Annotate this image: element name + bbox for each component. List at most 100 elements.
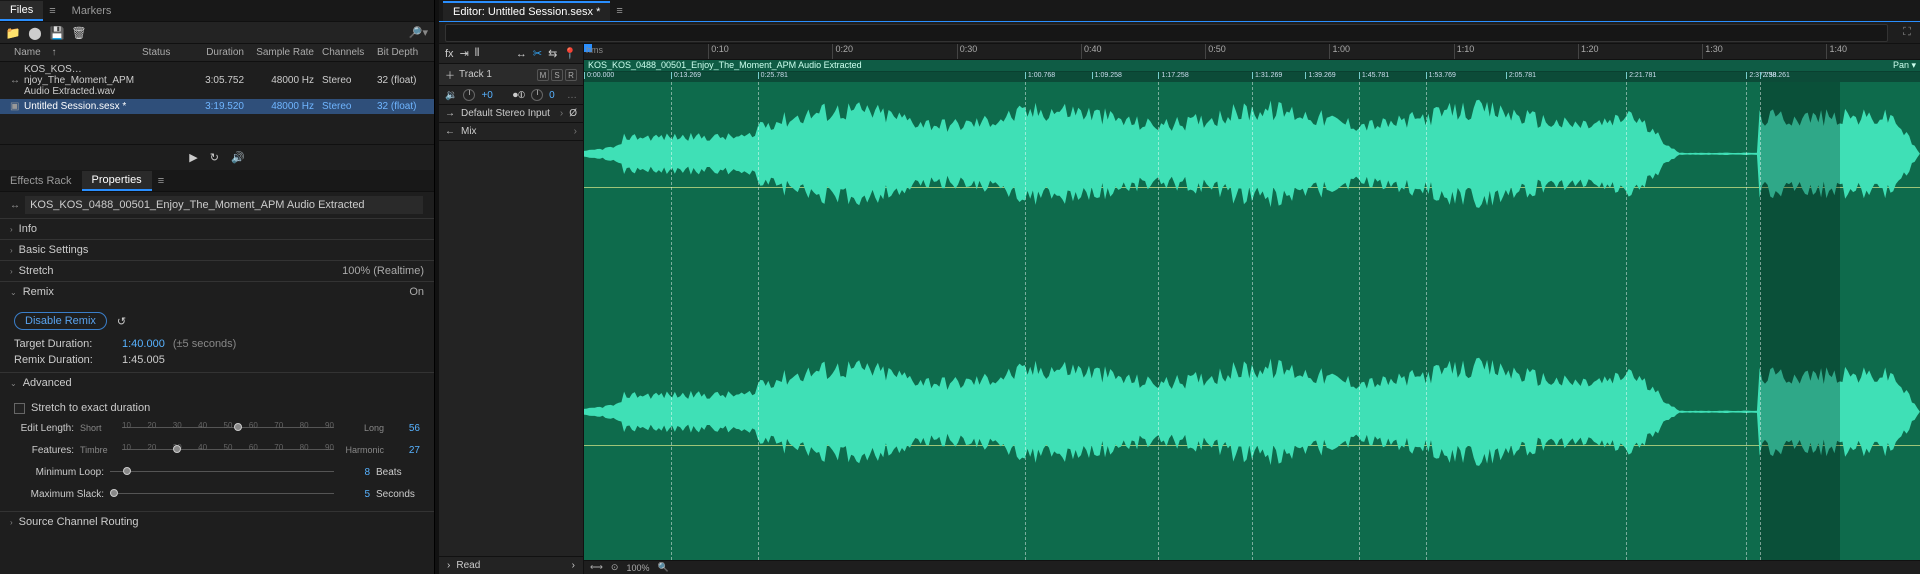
- mute-button[interactable]: M: [537, 69, 549, 81]
- fullscreen-icon[interactable]: ⛶: [1894, 26, 1920, 39]
- ruler-tick: 0:50: [1205, 44, 1226, 59]
- col-bitdepth[interactable]: Bit Depth: [373, 46, 428, 59]
- min-loop-value[interactable]: 8: [340, 467, 370, 478]
- play-icon[interactable]: ▶: [189, 151, 197, 164]
- clip-marker[interactable]: 1:31.269: [1252, 72, 1282, 79]
- arm-record-button[interactable]: R: [565, 69, 577, 81]
- clip-marker[interactable]: 1:53.769: [1426, 72, 1456, 79]
- solo-button[interactable]: S: [551, 69, 563, 81]
- time-ruler[interactable]: hms 0:100:200:300:400:501:001:101:201:30…: [584, 44, 1920, 60]
- tab-effects-rack[interactable]: Effects Rack: [0, 172, 82, 190]
- clip-name-input[interactable]: [25, 196, 423, 214]
- record-icon[interactable]: ⬤: [28, 26, 42, 40]
- section-advanced[interactable]: ⌄Advanced: [0, 372, 434, 393]
- clip-marker[interactable]: 1:45.781: [1359, 72, 1389, 79]
- remix-seam: [1252, 82, 1253, 560]
- tab-markers[interactable]: Markers: [62, 2, 122, 20]
- section-source-channel-routing[interactable]: ›Source Channel Routing: [0, 511, 434, 532]
- features-value[interactable]: 27: [390, 445, 420, 456]
- properties-tab-menu-icon[interactable]: ≡: [152, 175, 170, 187]
- col-duration[interactable]: Duration: [188, 46, 248, 59]
- edit-length-slider[interactable]: 102030405060708090: [122, 421, 334, 435]
- editor-tab-menu-icon[interactable]: ≡: [610, 5, 628, 17]
- clip-marker[interactable]: 0:25.781: [758, 72, 788, 79]
- clip-marker[interactable]: 2:38.261: [1760, 72, 1790, 79]
- track-name[interactable]: Track 1: [459, 69, 492, 80]
- files-transport: ▶ ↻ 🔊: [0, 144, 434, 170]
- tool-slip-icon[interactable]: ⇆: [548, 47, 557, 60]
- max-slack-slider[interactable]: [110, 487, 334, 501]
- track-header[interactable]: ＋ Track 1 M S R: [439, 64, 583, 86]
- clip-marker[interactable]: 1:39.269: [1305, 72, 1335, 79]
- tab-files[interactable]: Files: [0, 1, 43, 21]
- section-info[interactable]: ›Info: [0, 218, 434, 239]
- file-row[interactable]: ↔ KOS_KOS…njoy_The_Moment_APM Audio Extr…: [0, 62, 434, 99]
- tab-properties[interactable]: Properties: [82, 171, 152, 191]
- target-duration-value[interactable]: 1:40.000: [122, 338, 165, 350]
- eq-icon[interactable]: ⫴: [475, 47, 480, 60]
- add-track-icon[interactable]: ＋: [445, 67, 455, 82]
- col-channels[interactable]: Channels: [318, 46, 373, 59]
- input-chevron-icon[interactable]: ›: [560, 108, 563, 119]
- send-icon[interactable]: ⇥: [460, 47, 469, 60]
- pan-knob[interactable]: [531, 89, 543, 101]
- min-loop-slider[interactable]: [110, 465, 334, 479]
- clip-marker[interactable]: 1:09.258: [1092, 72, 1122, 79]
- clip-marker[interactable]: 1:00.768: [1025, 72, 1055, 79]
- tool-cut-icon[interactable]: ✂: [533, 47, 542, 60]
- max-slack-value[interactable]: 5: [340, 489, 370, 500]
- clip-marker[interactable]: 2:05.781: [1506, 72, 1536, 79]
- automation-mode-row[interactable]: › Read ›: [439, 556, 583, 574]
- ruler-units-label[interactable]: hms: [586, 45, 603, 55]
- clip-marker[interactable]: 0:00.000: [584, 72, 614, 79]
- file-row[interactable]: ▣ Untitled Session.sesx * 3:19.520 48000…: [0, 99, 434, 114]
- pan-value[interactable]: 0: [549, 90, 555, 101]
- zoom-reset-icon[interactable]: ⊙: [611, 562, 619, 573]
- files-search[interactable]: 🔎▾: [409, 26, 428, 39]
- files-tab-menu-icon[interactable]: ≡: [43, 5, 61, 17]
- marker-bar[interactable]: 0:00.000 0:13.269 0:25.781 1:00.768 1:09.258…: [584, 72, 1920, 82]
- col-name[interactable]: Name ↑: [6, 46, 138, 59]
- zoom-level[interactable]: 100%: [626, 563, 649, 573]
- volume-value[interactable]: +0: [481, 90, 492, 101]
- col-samplerate[interactable]: Sample Rate: [248, 46, 318, 59]
- input-row[interactable]: → Default Stereo Input › Ø: [439, 105, 583, 123]
- clip-pan-dropdown[interactable]: Pan ▾: [1893, 60, 1916, 71]
- section-stretch[interactable]: ›Stretch 100% (Realtime): [0, 260, 434, 281]
- track-io-chevron-icon[interactable]: …: [567, 90, 577, 101]
- antiphase-icon[interactable]: Ø: [569, 108, 577, 119]
- clip-marker[interactable]: 2:21.781: [1626, 72, 1656, 79]
- clip-label-bar[interactable]: KOS_KOS_0488_00501_Enjoy_The_Moment_APM …: [584, 60, 1920, 72]
- tool-marker-icon[interactable]: 📍: [563, 47, 577, 60]
- mix-chevron-icon[interactable]: ›: [574, 126, 577, 137]
- clip-marker[interactable]: 0:13.269: [671, 72, 701, 79]
- disable-remix-button[interactable]: Disable Remix: [14, 312, 107, 330]
- editor-title-tab[interactable]: Editor: Untitled Session.sesx *: [443, 1, 610, 21]
- chevron-down-icon: ⌄: [10, 379, 17, 388]
- tool-move-icon[interactable]: ↔: [516, 48, 527, 60]
- mix-row[interactable]: ← Mix ›: [439, 123, 583, 141]
- section-basic-settings[interactable]: ›Basic Settings: [0, 239, 434, 260]
- open-file-icon[interactable]: 📁: [6, 26, 20, 40]
- volume-knob[interactable]: [463, 89, 475, 101]
- automation-chevron-icon[interactable]: ›: [572, 560, 575, 571]
- files-toolbar: 📁 ⬤ 💾 🗑 🔎▾: [0, 22, 434, 44]
- clip-marker[interactable]: 1:17.258: [1158, 72, 1188, 79]
- autoplay-speaker-icon[interactable]: 🔊: [231, 151, 245, 164]
- zoom-out-horizontal-icon[interactable]: ⟷: [590, 562, 603, 573]
- fx-icon[interactable]: fx: [445, 48, 454, 60]
- reset-remix-icon[interactable]: ↺: [117, 315, 126, 328]
- edit-length-value[interactable]: 56: [390, 423, 420, 434]
- zoom-in-icon[interactable]: 🔍: [657, 562, 668, 573]
- features-slider[interactable]: 102030405060708090: [122, 443, 334, 457]
- save-file-icon[interactable]: 💾: [50, 26, 64, 40]
- col-status[interactable]: Status: [138, 46, 188, 59]
- delete-icon[interactable]: 🗑: [72, 26, 86, 40]
- section-remix[interactable]: ⌄Remix On: [0, 281, 434, 302]
- stretch-exact-checkbox[interactable]: [14, 403, 25, 414]
- ruler-tick: 0:10: [708, 44, 729, 59]
- chevron-right-icon: ›: [10, 518, 13, 527]
- loop-icon[interactable]: ↻: [210, 151, 219, 164]
- waveform-area[interactable]: [584, 82, 1920, 560]
- editor-path-input[interactable]: [445, 24, 1888, 42]
